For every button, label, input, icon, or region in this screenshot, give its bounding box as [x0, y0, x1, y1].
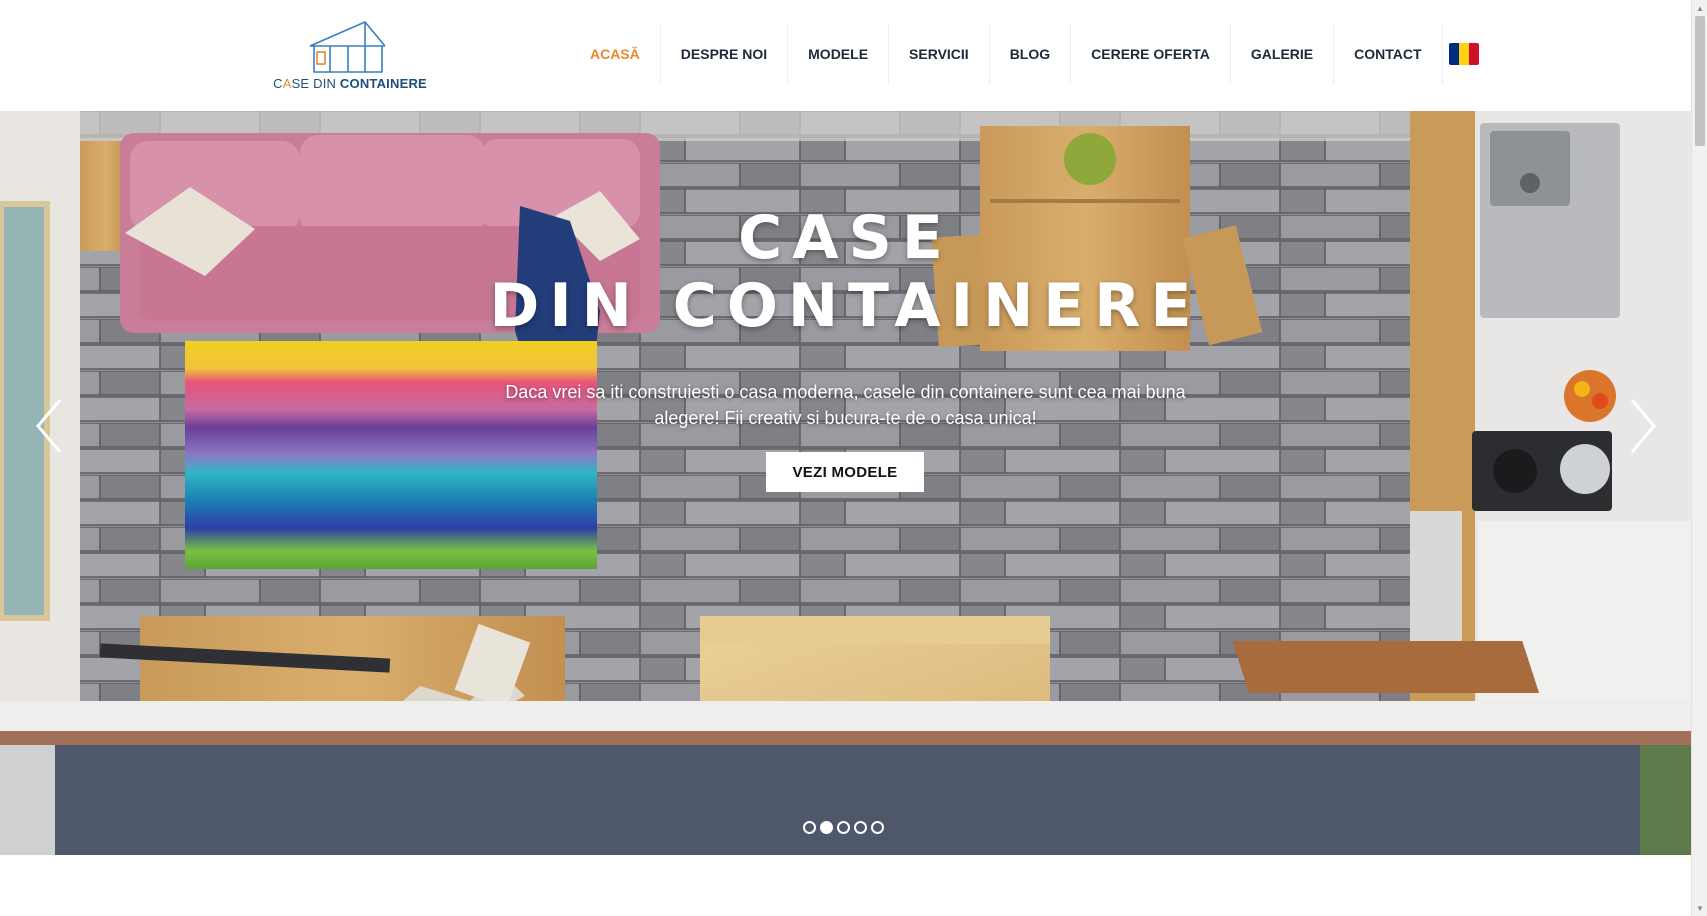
container-house-logo-icon [309, 21, 386, 73]
nav-item-label: GALERIE [1250, 46, 1314, 62]
chevron-right-icon [1630, 399, 1656, 453]
slider-dot-2[interactable] [820, 821, 833, 834]
slider-dot-3[interactable] [837, 821, 850, 834]
slider-dot-1[interactable] [803, 821, 816, 834]
slider-prev-button[interactable] [30, 396, 70, 456]
site-logo[interactable]: CASE DIN CONTAINERE [270, 16, 430, 96]
vezi-modele-button[interactable]: VEZI MODELE [766, 452, 924, 492]
page: CASE DIN CONTAINERE ACASĂ DESPRE NOI MOD… [0, 0, 1707, 916]
logo-text: CASE DIN CONTAINERE [273, 76, 427, 91]
nav-item-label: BLOG [1009, 46, 1051, 62]
language-switcher[interactable] [1443, 24, 1485, 84]
main-navigation: ACASĂ DESPRE NOI MODELE SERVICII BLOG CE… [570, 24, 1485, 84]
nav-item-modele[interactable]: MODELE [788, 24, 890, 84]
slider-dot-5[interactable] [871, 821, 884, 834]
slider-pagination [803, 821, 884, 834]
scroll-down-arrow-icon[interactable]: ▼ [1692, 900, 1707, 916]
nav-item-label: MODELE [808, 46, 869, 62]
romania-flag-icon [1448, 43, 1479, 65]
nav-item-label: CERERE OFERTA [1091, 46, 1210, 62]
nav-item-label: SERVICII [909, 46, 969, 62]
chevron-left-icon [36, 399, 62, 453]
nav-item-label: ACASĂ [590, 46, 640, 62]
slider-dot-4[interactable] [854, 821, 867, 834]
nav-item-galerie[interactable]: GALERIE [1231, 24, 1335, 84]
hero-title-line1: CASE [738, 203, 953, 273]
nav-item-acasa[interactable]: ACASĂ [570, 24, 661, 84]
scrollbar-thumb[interactable] [1695, 16, 1705, 146]
nav-item-despre-noi[interactable]: DESPRE NOI [661, 24, 789, 84]
hero-subtitle-line2: alegere! Fii creativ si bucura-te de o c… [654, 408, 1037, 428]
hero-slider: CASE DIN CONTAINERE Daca vrei sa iti con… [0, 111, 1691, 855]
scroll-up-arrow-icon[interactable]: ▲ [1692, 0, 1707, 16]
hero-subtitle-line1: Daca vrei sa iti construiesti o casa mod… [505, 382, 1186, 402]
nav-item-cerere-oferta[interactable]: CERERE OFERTA [1071, 24, 1231, 84]
nav-item-blog[interactable]: BLOG [990, 24, 1072, 84]
slider-next-button[interactable] [1622, 396, 1662, 456]
page-scrollbar[interactable]: ▲ ▼ [1691, 0, 1707, 916]
nav-item-label: DESPRE NOI [680, 46, 768, 62]
site-header: CASE DIN CONTAINERE ACASĂ DESPRE NOI MOD… [0, 0, 1691, 111]
hero-subtitle: Daca vrei sa iti construiesti o casa mod… [500, 379, 1191, 431]
hero-title-line2: DIN CONTAINERE [489, 271, 1202, 341]
nav-item-contact[interactable]: CONTACT [1334, 24, 1443, 84]
nav-item-servicii[interactable]: SERVICII [889, 24, 990, 84]
nav-item-label: CONTACT [1354, 46, 1422, 62]
